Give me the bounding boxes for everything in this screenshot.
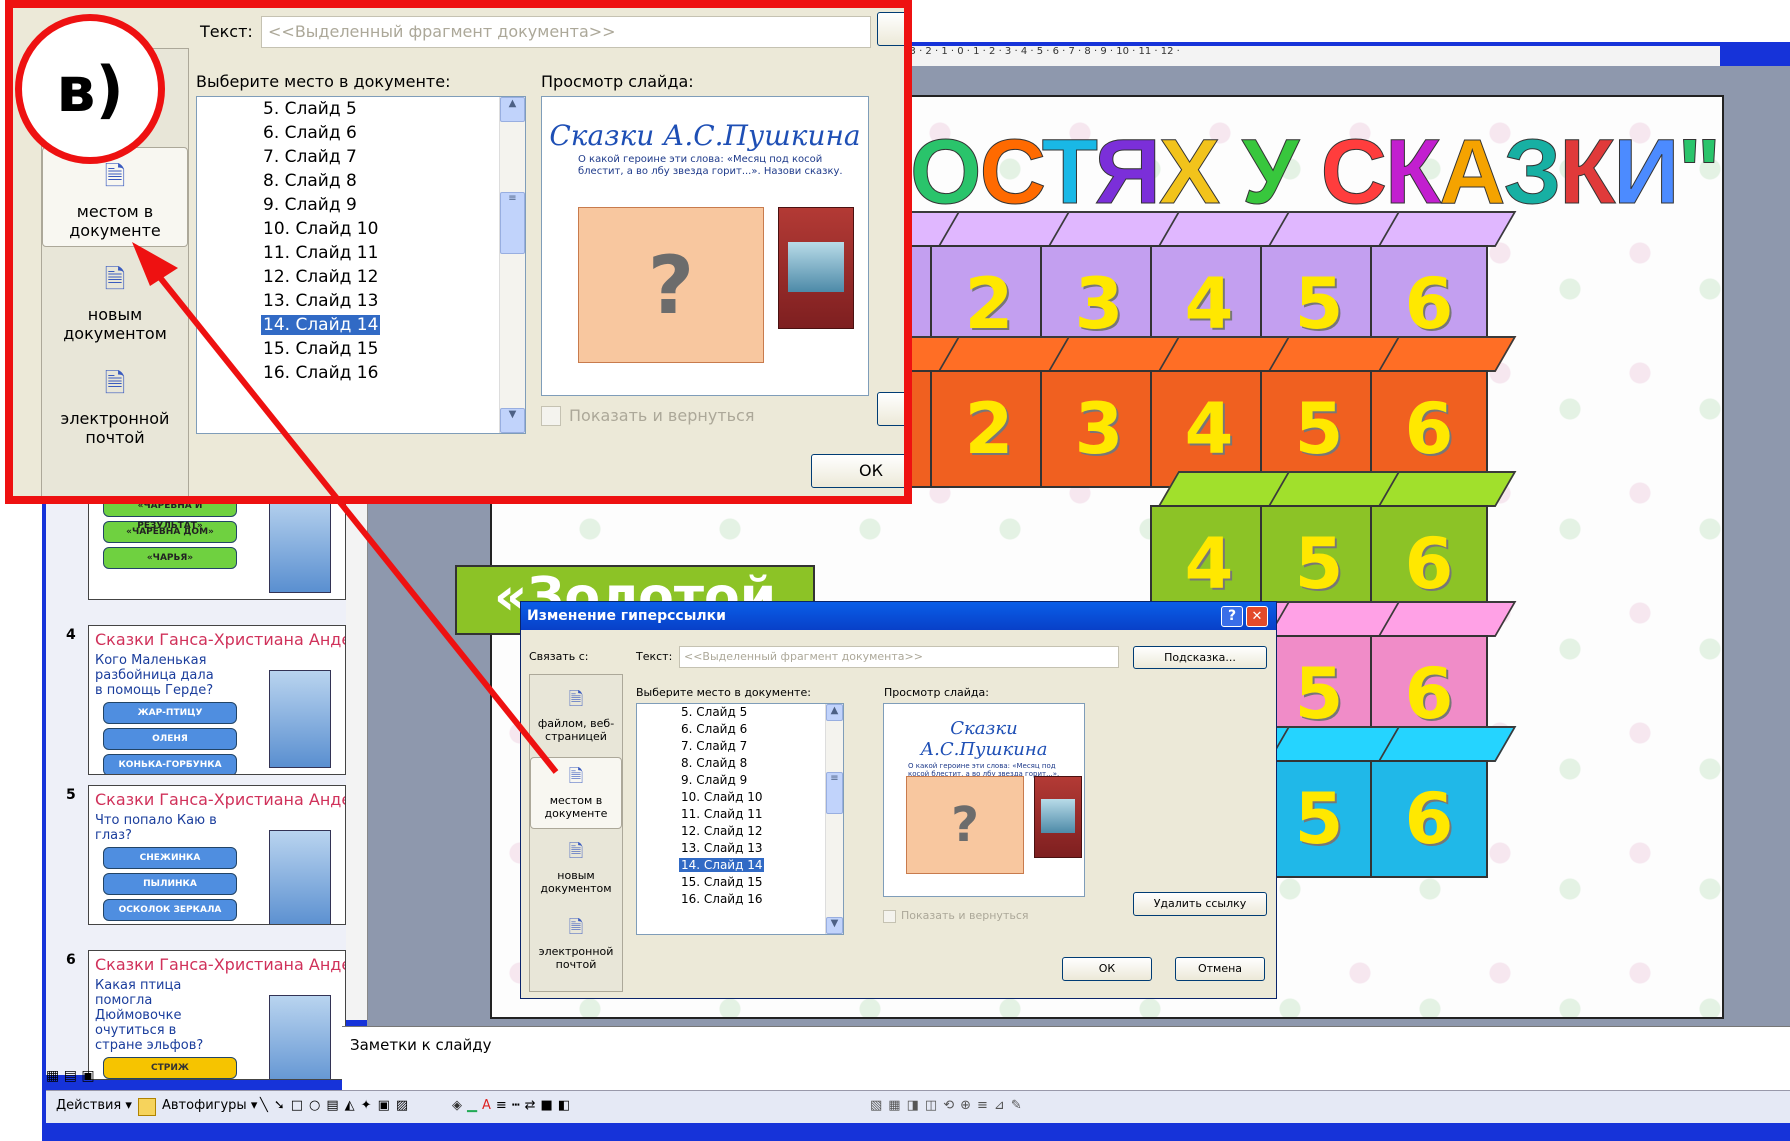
annotation-arrow <box>132 242 559 774</box>
